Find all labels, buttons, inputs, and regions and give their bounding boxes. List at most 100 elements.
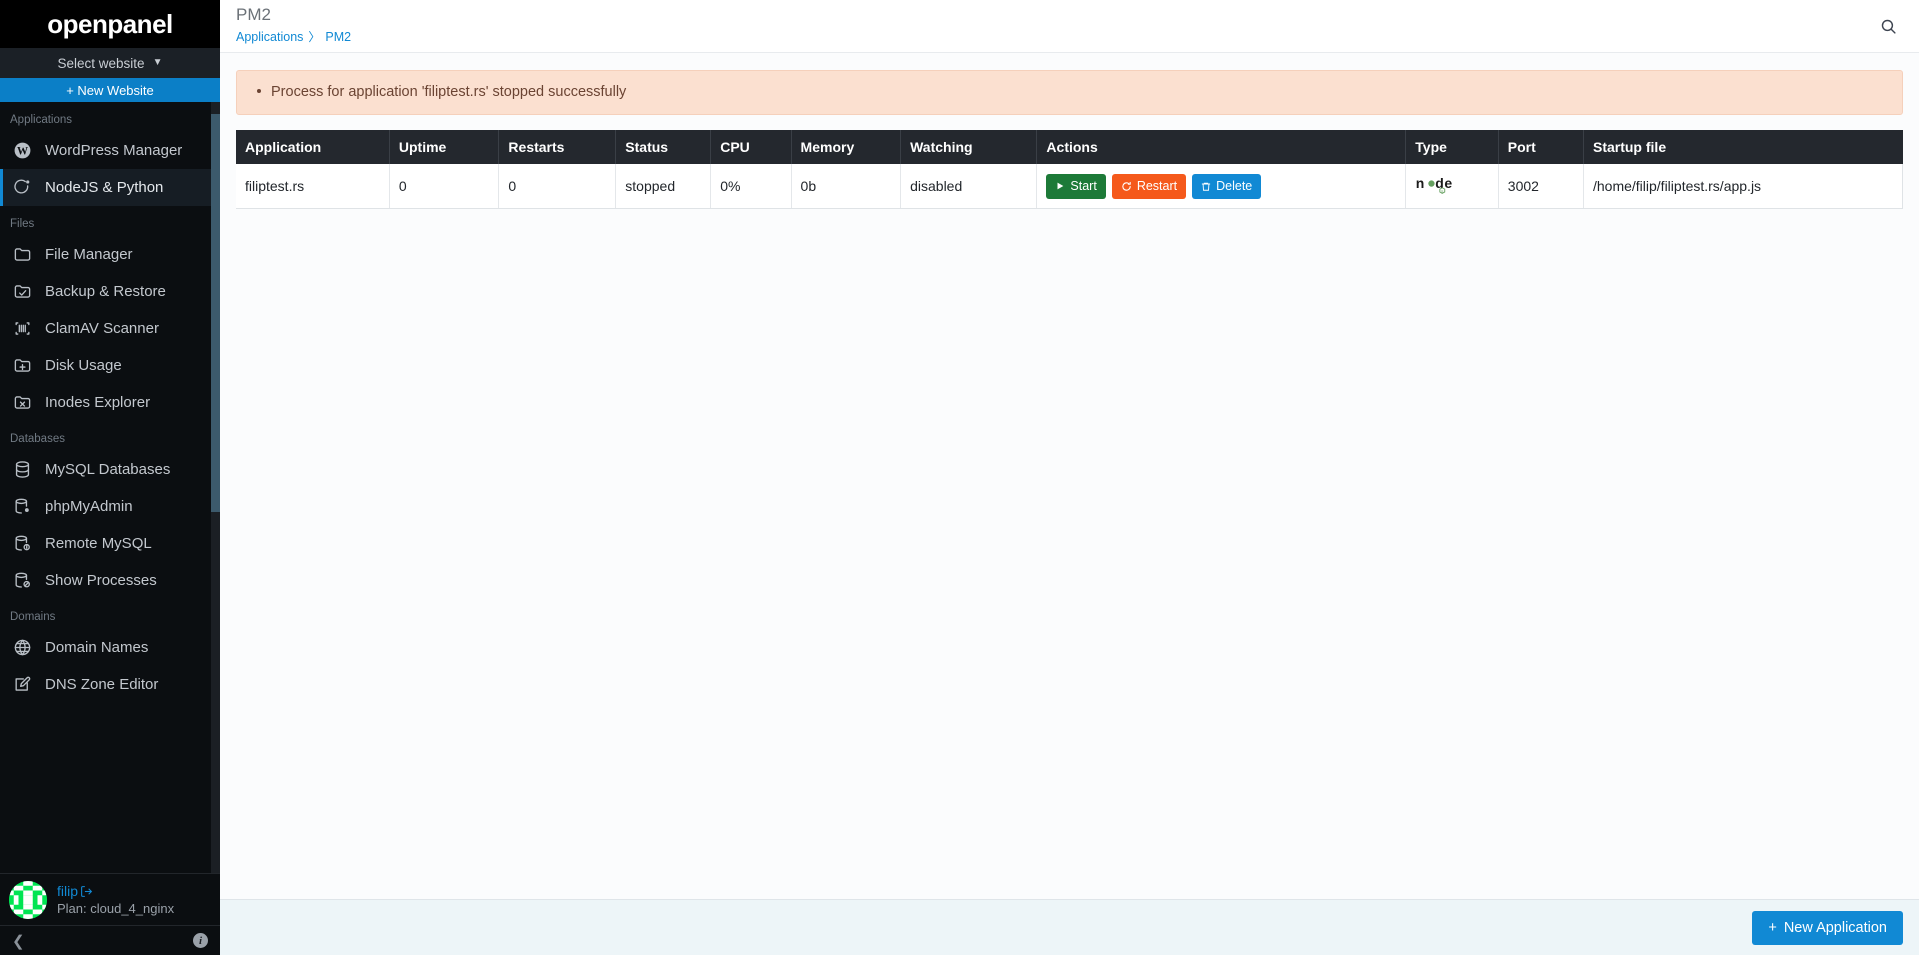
restart-button[interactable]: Restart xyxy=(1111,173,1187,199)
brand-text: openpanel xyxy=(47,8,173,39)
bullet-icon xyxy=(257,89,261,93)
content-area: Process for application 'filiptest.rs' s… xyxy=(220,53,1919,899)
folder-icon xyxy=(13,245,32,264)
column-header-port: Port xyxy=(1498,130,1584,164)
main-area: PM2 Applications 〉 PM2 Process for appli… xyxy=(220,0,1919,955)
search-button[interactable] xyxy=(1877,15,1899,37)
sidebar-item-mysql-databases[interactable]: MySQL Databases xyxy=(0,451,220,488)
refresh-icon xyxy=(1122,181,1131,191)
svg-text:W: W xyxy=(17,145,28,157)
sidebar-item-domain-names[interactable]: Domain Names xyxy=(0,629,220,666)
edit-square-icon xyxy=(13,675,32,694)
column-header-application: Application xyxy=(236,130,390,164)
folder-check-icon xyxy=(13,282,32,301)
sidebar-item-show-processes[interactable]: Show Processes xyxy=(0,562,220,599)
scanner-icon xyxy=(13,319,32,338)
delete-button[interactable]: Delete xyxy=(1192,173,1262,199)
globe-icon xyxy=(13,638,32,657)
column-header-status: Status xyxy=(615,130,712,164)
sidebar-item-inodes-explorer[interactable]: Inodes Explorer xyxy=(0,384,220,421)
applications-table: Application Uptime Restarts Status CPU Memory… xyxy=(236,130,1904,209)
column-header-actions: Actions xyxy=(1036,130,1407,164)
database-info-icon xyxy=(13,534,32,553)
sidebar-item-label: File Manager xyxy=(45,246,133,263)
user-panel[interactable]: filip Plan: cloud_4_nginx xyxy=(0,873,220,925)
cell-watching: disabled xyxy=(900,164,1038,209)
breadcrumb-separator-icon: 〉 xyxy=(308,30,321,44)
brand-logo[interactable]: openpanel xyxy=(0,0,220,48)
restart-button-label: Restart xyxy=(1136,178,1178,193)
breadcrumb: Applications 〉 PM2 xyxy=(236,28,351,45)
sidebar-section-label: Databases xyxy=(10,433,65,445)
logout-icon[interactable] xyxy=(80,885,93,898)
user-name: filip xyxy=(57,883,79,899)
website-selector[interactable]: Select website ▼ xyxy=(0,48,220,78)
sidebar-item-nodejs-python[interactable]: NodeJS & Python xyxy=(0,169,220,206)
website-selector-label: Select website xyxy=(57,55,145,71)
info-icon[interactable]: i xyxy=(193,933,208,948)
cell-type: n d e js xyxy=(1405,164,1499,209)
wordpress-icon: W xyxy=(13,141,32,160)
topbar: PM2 Applications 〉 PM2 xyxy=(220,0,1919,53)
cell-application: filiptest.rs xyxy=(236,164,390,209)
column-header-uptime: Uptime xyxy=(389,130,500,164)
cell-memory: 0b xyxy=(791,164,902,209)
sidebar-item-label: Show Processes xyxy=(45,572,157,589)
sidebar-item-disk-usage[interactable]: Disk Usage xyxy=(0,347,220,384)
sidebar-item-label: ClamAV Scanner xyxy=(45,320,159,337)
sidebar-item-phpmyadmin[interactable]: phpMyAdmin xyxy=(0,488,220,525)
column-header-restarts: Restarts xyxy=(498,130,617,164)
column-header-cpu: CPU xyxy=(710,130,792,164)
cell-cpu: 0% xyxy=(710,164,792,209)
cell-restarts: 0 xyxy=(498,164,617,209)
search-icon xyxy=(1881,19,1896,34)
sidebar-scrollbar-thumb[interactable] xyxy=(211,114,220,512)
table-header-row: Application Uptime Restarts Status CPU Memory… xyxy=(236,130,1903,164)
sidebar-item-label: Disk Usage xyxy=(45,357,122,374)
column-header-type: Type xyxy=(1405,130,1499,164)
sidebar-section-label: Domains xyxy=(10,611,56,623)
breadcrumb-current[interactable]: PM2 xyxy=(325,30,351,44)
sidebar-item-label: MySQL Databases xyxy=(45,461,171,478)
page-title: PM2 xyxy=(236,5,271,24)
sidebar-item-dns-zone-editor[interactable]: DNS Zone Editor xyxy=(0,666,220,703)
sidebar-item-label: NodeJS & Python xyxy=(45,179,164,196)
bottom-bar: + New Application xyxy=(220,899,1919,955)
play-icon xyxy=(1057,182,1064,190)
user-name-row[interactable]: filip xyxy=(57,883,174,899)
sidebar-item-file-manager[interactable]: File Manager xyxy=(0,236,220,273)
new-website-label: + New Website xyxy=(66,82,154,98)
sidebar-item-backup-restore[interactable]: Backup & Restore xyxy=(0,273,220,310)
sidebar-item-wordpress-manager[interactable]: W WordPress Manager xyxy=(0,132,220,169)
trash-icon xyxy=(1201,182,1211,191)
sidebar-item-clamav-scanner[interactable]: ClamAV Scanner xyxy=(0,310,220,347)
svg-text:n: n xyxy=(1416,175,1425,191)
action-buttons: Start Restart Delete xyxy=(1046,173,1396,199)
sidebar-item-label: DNS Zone Editor xyxy=(45,676,159,693)
database-ban-icon xyxy=(13,571,32,590)
sidebar-section-label: Applications xyxy=(10,114,73,126)
sidebar: openpanel Select website ▼ + New Website… xyxy=(0,0,220,955)
cell-actions: Start Restart Delete xyxy=(1036,164,1407,209)
user-plan: Plan: cloud_4_nginx xyxy=(57,901,175,916)
breadcrumb-parent[interactable]: Applications xyxy=(236,30,303,44)
sidebar-section-label: Files xyxy=(10,218,35,230)
chevron-down-icon: ▼ xyxy=(152,57,163,68)
table-body: filiptest.rs 0 0 stopped 0% 0b disabled Start Re… xyxy=(236,164,1904,209)
alert-banner: Process for application 'filiptest.rs' s… xyxy=(236,70,1903,115)
new-application-label: New Application xyxy=(1783,919,1887,936)
cell-status: stopped xyxy=(615,164,712,209)
folder-x-icon xyxy=(13,393,32,412)
sidebar-item-label: phpMyAdmin xyxy=(45,498,133,515)
chevron-left-icon[interactable]: ❮ xyxy=(12,932,25,950)
node-logo-icon: n d ejs xyxy=(1416,175,1453,194)
sidebar-item-remote-mysql[interactable]: Remote MySQL xyxy=(0,525,220,562)
sidebar-scrollbar-track[interactable] xyxy=(211,102,220,873)
sidebar-item-label: Backup & Restore xyxy=(45,283,166,300)
column-header-startup-file: Startup file xyxy=(1583,130,1903,164)
plus-icon: + xyxy=(1768,919,1777,936)
new-website-button[interactable]: + New Website xyxy=(0,78,220,102)
start-button[interactable]: Start xyxy=(1046,173,1106,199)
new-application-button[interactable]: + New Application xyxy=(1752,910,1903,945)
avatar-identicon xyxy=(9,880,47,919)
